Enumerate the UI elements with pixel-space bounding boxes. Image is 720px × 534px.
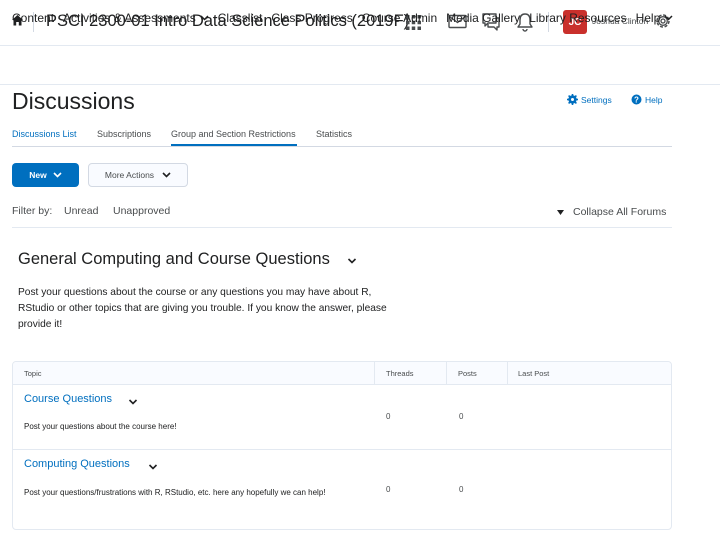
- tab-discussions-list[interactable]: Discussions List: [12, 129, 77, 139]
- help-label: Help: [645, 94, 663, 105]
- svg-text:?: ?: [634, 95, 639, 104]
- active-tab-indicator: [171, 144, 297, 146]
- chevron-down-icon: [162, 172, 171, 178]
- nav-item-label: Activities & Assessments: [63, 11, 196, 25]
- column-separator: [507, 362, 508, 385]
- nav-item-label: Content: [12, 11, 55, 25]
- chevron-down-icon[interactable]: [128, 399, 138, 405]
- nav-item-label: Course Admin: [361, 11, 438, 25]
- collapse-all-forums-button[interactable]: Collapse All Forums: [557, 206, 666, 218]
- nav-item-content[interactable]: Content: [12, 11, 54, 25]
- new-button[interactable]: New: [12, 163, 79, 187]
- column-separator: [446, 362, 447, 385]
- topics-table: Topic Threads Posts Last Post Course Que…: [12, 361, 672, 530]
- chevron-down-icon[interactable]: [347, 258, 357, 264]
- threads-count: 0: [386, 485, 391, 494]
- help-link[interactable]: ? Help: [631, 94, 662, 105]
- filter-label: Filter by:: [12, 205, 53, 217]
- nav-item-label: Media Gallery: [446, 11, 521, 25]
- nav-item-activities-assessments[interactable]: Activities & Assessments: [63, 11, 209, 25]
- nav-item-course-admin[interactable]: Course Admin: [362, 11, 437, 25]
- divider: [12, 227, 672, 228]
- chevron-down-icon: [53, 172, 62, 178]
- nav-item-help[interactable]: Help: [636, 11, 674, 25]
- column-header-topic: Topic: [24, 369, 42, 378]
- column-header-posts: Posts: [458, 369, 477, 378]
- posts-count: 0: [459, 485, 464, 494]
- settings-gear-icon: [567, 94, 578, 105]
- new-button-label: New: [29, 170, 47, 180]
- table-header: Topic Threads Posts Last Post: [13, 362, 671, 385]
- settings-label: Settings: [581, 94, 612, 105]
- course-navbar: [0, 47, 720, 85]
- nav-item-label: Class Progress: [271, 11, 353, 25]
- topic-description: Post your questions/frustrations with R,…: [24, 488, 326, 497]
- forum-description: Post your questions about the course or …: [18, 287, 387, 330]
- nav-item-classlist[interactable]: Classlist: [218, 11, 263, 25]
- forum-title[interactable]: General Computing and Course Questions: [18, 250, 330, 269]
- row-divider: [13, 449, 671, 450]
- chevron-down-icon: [664, 15, 673, 21]
- nav-item-library-resources[interactable]: Library Resources: [529, 11, 626, 25]
- column-header-threads: Threads: [386, 369, 414, 378]
- topic-link-course-questions[interactable]: Course Questions: [24, 393, 112, 405]
- nav-item-media-gallery[interactable]: Media Gallery: [446, 11, 520, 25]
- tab-statistics[interactable]: Statistics: [316, 129, 352, 139]
- chevron-down-icon[interactable]: [148, 464, 158, 470]
- nav-item-label: Classlist: [217, 11, 263, 25]
- help-circle-icon: ?: [631, 94, 642, 105]
- chevron-down-icon: [200, 15, 209, 21]
- collapse-all-label: Collapse All Forums: [573, 206, 667, 218]
- posts-count: 0: [459, 412, 464, 421]
- more-actions-button[interactable]: More Actions: [88, 163, 188, 187]
- filter-unapproved-link[interactable]: Unapproved: [113, 205, 170, 217]
- nav-item-class-progress[interactable]: Class Progress: [271, 11, 352, 25]
- tab-group-section-restrictions[interactable]: Group and Section Restrictions: [171, 129, 296, 139]
- tab-bar: Discussions List Subscriptions Group and…: [12, 129, 672, 147]
- column-separator: [374, 362, 375, 385]
- topic-description: Post your questions about the course her…: [24, 422, 177, 431]
- threads-count: 0: [386, 412, 391, 421]
- nav-menu: Content Activities & Assessments Classlist…: [12, 11, 682, 25]
- filter-unread-link[interactable]: Unread: [64, 205, 98, 217]
- caret-down-icon: [557, 209, 564, 215]
- nav-item-label: Library Resources: [529, 11, 627, 25]
- settings-link[interactable]: Settings: [567, 94, 612, 105]
- tab-subscriptions[interactable]: Subscriptions: [97, 129, 151, 139]
- more-actions-label: More Actions: [104, 170, 155, 180]
- page-title: Discussions: [12, 88, 135, 114]
- topic-link-computing-questions[interactable]: Computing Questions: [24, 458, 130, 470]
- nav-item-label: Help: [635, 11, 661, 25]
- column-header-last-post: Last Post: [518, 369, 550, 378]
